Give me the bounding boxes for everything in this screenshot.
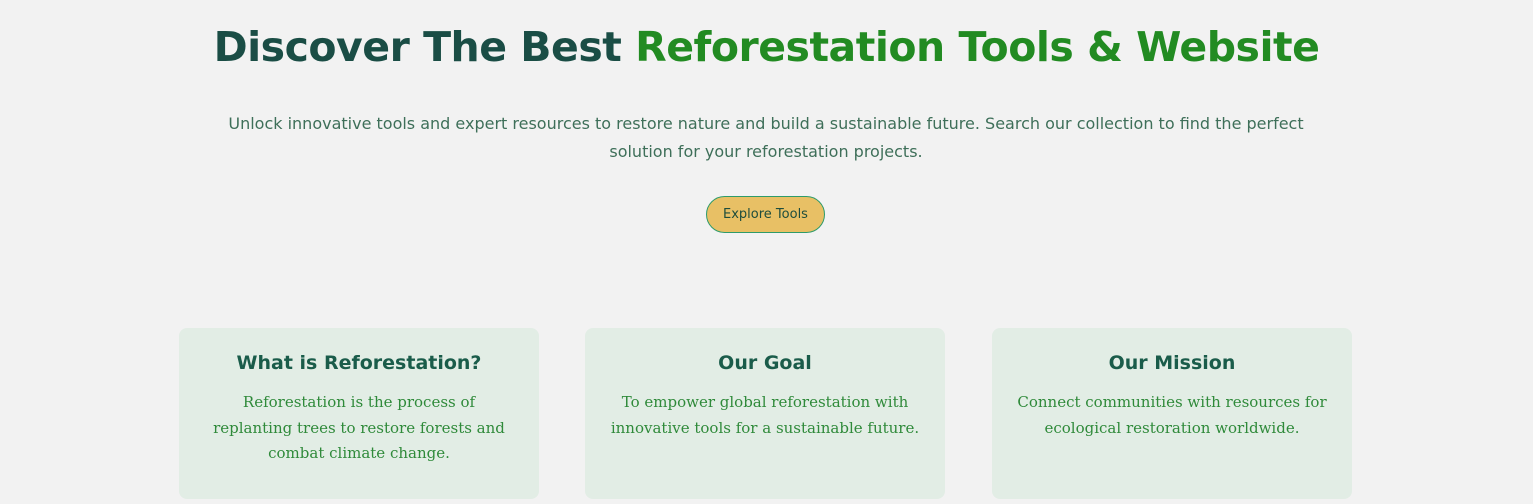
card-text: To empower global reforestation with inn… — [610, 393, 920, 437]
hero-subtitle: Unlock innovative tools and expert resou… — [228, 114, 1304, 161]
hero-title: Discover The Best Reforestation Tools & … — [0, 18, 1533, 76]
card-our-goal: Our Goal To empower global reforestation… — [585, 328, 945, 499]
card-title: What is Reforestation? — [236, 352, 482, 374]
card-text: Reforestation is the process of replanti… — [213, 393, 505, 462]
card-title: Our Goal — [718, 352, 812, 374]
card-what-is-reforestation: What is Reforestation? Reforestation is … — [179, 328, 539, 499]
explore-tools-button[interactable]: Explore Tools — [706, 196, 825, 233]
hero-title-part-1: Discover The Best — [213, 23, 636, 71]
hero-title-part-2: Reforestation Tools & Website — [635, 23, 1320, 71]
card-title: Our Mission — [1108, 352, 1236, 374]
card-our-mission: Our Mission Connect communities with res… — [992, 328, 1352, 499]
card-text: Connect communities with resources for e… — [1017, 393, 1327, 437]
